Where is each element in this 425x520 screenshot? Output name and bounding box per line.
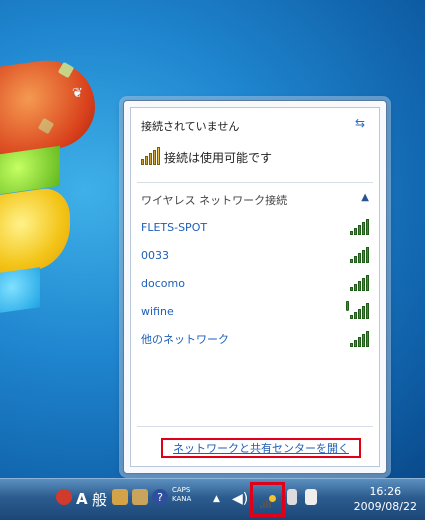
available-status: 接続は使用可能です xyxy=(141,144,369,170)
ime-pad-icon[interactable] xyxy=(132,489,148,505)
refresh-icon[interactable]: ⇆ xyxy=(355,116,369,130)
ime-tools-icon[interactable] xyxy=(112,489,128,505)
power-plug-icon[interactable] xyxy=(287,489,297,505)
flyout-content: 接続されていません ⇆ 接続は使用可能です ワイヤレス ネットワーク接続 ▲ F… xyxy=(130,107,380,467)
network-name: 0033 xyxy=(141,248,169,262)
network-name: 他のネットワーク xyxy=(141,333,229,346)
show-hidden-icons-icon[interactable]: ▲ xyxy=(213,488,220,510)
clock-date: 2009/08/22 xyxy=(353,500,417,513)
volume-icon[interactable]: ◀) xyxy=(232,488,248,510)
divider xyxy=(137,426,373,427)
security-shield-icon xyxy=(346,301,349,311)
ime-toolbar-icon[interactable] xyxy=(56,489,72,505)
network-name: docomo xyxy=(141,276,185,290)
network-item-flets-spot[interactable]: FLETS-SPOT xyxy=(141,216,369,238)
signal-strength-icon xyxy=(350,219,369,235)
not-connected-label: 接続されていません xyxy=(141,120,240,133)
signal-strength-icon xyxy=(346,301,369,319)
network-item-other[interactable]: 他のネットワーク xyxy=(141,328,369,350)
ime-mode-indicator[interactable]: A xyxy=(76,488,88,510)
caps-label: CAPS xyxy=(172,486,191,494)
network-item-0033[interactable]: 0033 xyxy=(141,244,369,266)
clock[interactable]: 16:26 2009/08/22 xyxy=(354,484,417,514)
network-item-wifine[interactable]: wifine xyxy=(141,300,369,322)
collapse-chevron-icon[interactable]: ▲ xyxy=(361,192,369,203)
action-center-flag-icon[interactable] xyxy=(305,489,317,505)
network-item-docomo[interactable]: docomo xyxy=(141,272,369,294)
clock-time: 16:26 xyxy=(369,485,402,498)
wireless-available-icon xyxy=(141,147,160,165)
network-flyout: 接続されていません ⇆ 接続は使用可能です ワイヤレス ネットワーク接続 ▲ F… xyxy=(123,100,387,474)
windows-logo-red xyxy=(0,53,95,157)
network-name: FLETS-SPOT xyxy=(141,220,208,234)
kana-label: KANA xyxy=(172,495,192,503)
help-icon[interactable]: ? xyxy=(152,489,168,505)
taskbar: A 般 ? CAPS KANA ▲ ◀) 16:26 2009/08/22 xyxy=(0,478,425,520)
windows-logo-green xyxy=(0,145,60,195)
signal-strength-icon xyxy=(350,275,369,291)
connection-status: 接続されていません ⇆ xyxy=(141,116,369,134)
wireless-section-header: ワイヤレス ネットワーク接続 ▲ xyxy=(141,192,369,208)
signal-strength-icon xyxy=(350,247,369,263)
network-name: wifine xyxy=(141,304,174,318)
butterfly-icon: ❦ xyxy=(72,86,83,101)
divider xyxy=(137,182,373,183)
signal-strength-icon xyxy=(350,331,369,347)
open-network-sharing-center-link[interactable]: ネットワークと共有センターを開く xyxy=(161,438,361,458)
windows-logo-blue xyxy=(0,267,40,313)
available-label: 接続は使用可能です xyxy=(164,150,273,165)
caps-kana-indicator: CAPS KANA xyxy=(172,486,191,508)
network-tray-icon[interactable] xyxy=(250,482,285,517)
windows-logo-yellow xyxy=(0,185,70,275)
ime-kanji-indicator[interactable]: 般 xyxy=(92,488,107,510)
star-badge-icon xyxy=(269,495,276,502)
section-title: ワイヤレス ネットワーク接続 xyxy=(141,194,288,207)
